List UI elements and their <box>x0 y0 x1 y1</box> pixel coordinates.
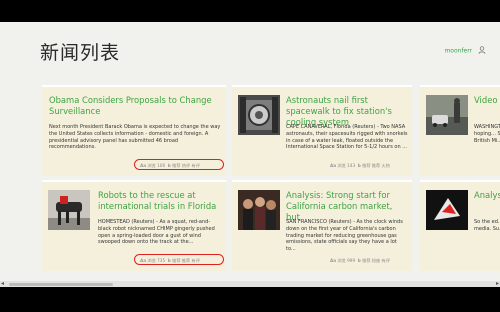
news-meta: Aa 浏览 999 b 推荐 抢座 有评 <box>330 258 390 264</box>
views-icon: Aa <box>330 163 337 168</box>
news-thumbnail[interactable] <box>426 190 468 230</box>
views-icon: Aa <box>330 258 337 263</box>
views-count: 浏览 143 <box>337 163 356 168</box>
news-title[interactable]: Analys tiny ro <box>474 190 500 201</box>
page-title: 新闻列表 <box>40 42 121 64</box>
news-thumbnail[interactable] <box>238 190 280 230</box>
news-title[interactable]: Robots to the rescue at international tr… <box>98 190 222 212</box>
news-thumbnail[interactable] <box>238 95 280 135</box>
horizontal-scrollbar[interactable]: ◂ ▸ <box>0 281 500 287</box>
scrollbar-thumb[interactable] <box>9 282 113 286</box>
scroll-right-icon[interactable]: ▸ <box>496 281 499 287</box>
news-card[interactable]: Analysis: Strong start for California ca… <box>232 180 412 271</box>
news-summary: HOMESTEAD (Reuters) - As a squat, red-an… <box>98 219 215 246</box>
news-summary: WASHINGT... is hoping... Syria with... B… <box>474 124 500 144</box>
scroll-left-icon[interactable]: ◂ <box>1 281 4 287</box>
news-summary: So the ed... publicity ... media. Su... … <box>474 219 500 232</box>
user-account[interactable]: moonferr <box>444 46 486 56</box>
action-links[interactable]: 推荐 抢座 有评 <box>362 258 390 263</box>
news-card[interactable]: Robots to the rescue at international tr… <box>42 180 226 271</box>
news-summary: CAPE CANAVERAL, Florida (Reuters) - Two … <box>286 124 408 151</box>
news-thumbnail[interactable] <box>48 190 90 230</box>
views-count: 浏览 999 <box>337 258 356 263</box>
news-card[interactable]: Video fightin WASHINGT... is hoping... S… <box>420 85 500 176</box>
news-summary: Next month President Barack Obama is exp… <box>49 124 221 151</box>
news-meta: Aa 浏览 143 b 推荐 推荐 火热 <box>330 163 390 169</box>
highlight-box <box>134 254 224 265</box>
news-thumbnail[interactable] <box>426 95 468 135</box>
news-title[interactable]: Obama Considers Proposals to Change Surv… <box>49 95 221 117</box>
actions-icon: b <box>357 258 361 263</box>
highlight-box <box>134 159 224 170</box>
news-card[interactable]: Obama Considers Proposals to Change Surv… <box>42 85 226 176</box>
news-card[interactable]: Analys tiny ro So the ed... publicity ..… <box>420 180 500 271</box>
news-title[interactable]: Video fightin <box>474 95 500 106</box>
person-icon[interactable] <box>478 46 486 56</box>
action-links[interactable]: 推荐 推荐 火热 <box>362 163 390 168</box>
actions-icon: b <box>357 163 361 168</box>
app-window: 新闻列表 moonferr Obama Considers Proposals … <box>0 22 500 287</box>
user-name[interactable]: moonferr <box>444 48 472 55</box>
news-summary: SAN FRANCISCO (Reuters) - As the clock w… <box>286 219 403 253</box>
news-card[interactable]: Astronauts nail first spacewalk to fix s… <box>232 85 412 176</box>
